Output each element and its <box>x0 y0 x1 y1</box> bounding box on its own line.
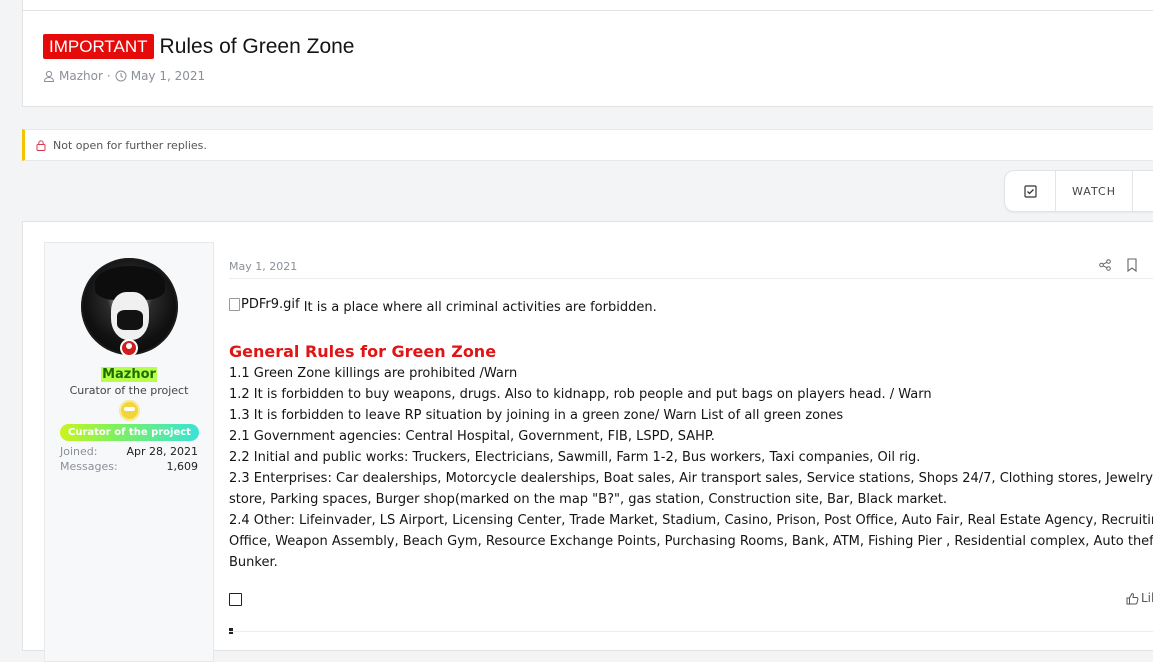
stat-value: Apr 28, 2021 <box>126 445 198 458</box>
post-body: PDFr9.gif It is a place where all crimin… <box>229 294 1153 573</box>
post-date-link[interactable]: May 1, 2021 <box>229 260 297 273</box>
select-thread-button[interactable] <box>1005 171 1056 211</box>
lock-icon <box>36 140 46 151</box>
like-button[interactable]: Lil <box>1126 591 1153 605</box>
rule-line: 2.4 Other: Lifeinvader, LS Airport, Lice… <box>229 513 1153 570</box>
rule-line: 2.1 Government agencies: Central Hospita… <box>229 429 715 444</box>
divider <box>229 278 1153 279</box>
locked-notice: Not open for further replies. <box>22 129 1153 161</box>
meta-separator: · <box>106 69 111 83</box>
intro-line: PDFr9.gif It is a place where all crimin… <box>229 294 1153 318</box>
image-alt-text: PDFr9.gif <box>241 297 300 312</box>
like-label: Lil <box>1141 591 1153 605</box>
select-post-checkbox[interactable] <box>229 593 242 606</box>
clock-icon <box>115 70 127 82</box>
checkbox-icon <box>1023 184 1037 198</box>
ellipsis-icon: ⋮ <box>1149 184 1153 199</box>
smiley-badge-icon <box>119 400 140 421</box>
author-link[interactable]: Mazhor <box>59 69 103 83</box>
watch-button[interactable]: WATCH <box>1056 171 1133 211</box>
divider <box>229 631 1153 632</box>
rule-line: 2.3 Enterprises: Car dealerships, Motorc… <box>229 471 1153 507</box>
user-title: Curator of the project <box>69 384 189 397</box>
bookmark-icon[interactable] <box>1126 258 1138 272</box>
image-icon <box>229 298 240 311</box>
post: Mazhor Curator of the project Curator of… <box>22 221 1153 662</box>
thread-action-bar: WATCH ⋮ <box>1004 170 1153 212</box>
page-title: Rules of Green Zone <box>159 34 355 58</box>
rule-line: 1.1 Green Zone killings are prohibited /… <box>229 366 518 381</box>
status-icon <box>120 339 138 357</box>
stat-joined: Joined: Apr 28, 2021 <box>60 445 198 458</box>
rule-line: 1.2 It is forbidden to buy weapons, drug… <box>229 387 932 402</box>
share-icon[interactable] <box>1099 259 1111 271</box>
prefix-badge[interactable]: IMPORTANT <box>43 34 154 59</box>
broken-image: PDFr9.gif <box>229 294 300 315</box>
locked-notice-text: Not open for further replies. <box>53 138 207 152</box>
rule-line: 2.2 Initial and public works: Truckers, … <box>229 450 921 465</box>
post-user-cell: Mazhor Curator of the project Curator of… <box>44 242 214 662</box>
username-text[interactable]: Mazhor <box>101 367 157 382</box>
username[interactable]: Mazhor <box>45 363 213 382</box>
rule-line: 1.3 It is forbidden to leave RP situatio… <box>229 408 844 423</box>
user-banner: Curator of the project <box>60 424 199 441</box>
thread-title-line: IMPORTANT Rules of Green Zone <box>43 34 354 59</box>
more-options-button[interactable]: ⋮ <box>1133 171 1153 211</box>
user-icon <box>43 70 55 82</box>
thread-meta: Mazhor · May 1, 2021 <box>43 69 205 83</box>
stat-value[interactable]: 1,609 <box>167 460 199 473</box>
stat-label: Joined: <box>60 445 98 458</box>
thread-date-link[interactable]: May 1, 2021 <box>131 69 205 83</box>
thumbs-up-icon <box>1126 592 1139 604</box>
section-heading: General Rules for Green Zone <box>229 342 497 361</box>
thread-header: IMPORTANT Rules of Green Zone Mazhor · M… <box>22 10 1153 107</box>
stat-messages: Messages: 1,609 <box>60 460 198 473</box>
intro-text: It is a place where all criminal activit… <box>299 300 657 315</box>
stat-label: Messages: <box>60 460 118 473</box>
